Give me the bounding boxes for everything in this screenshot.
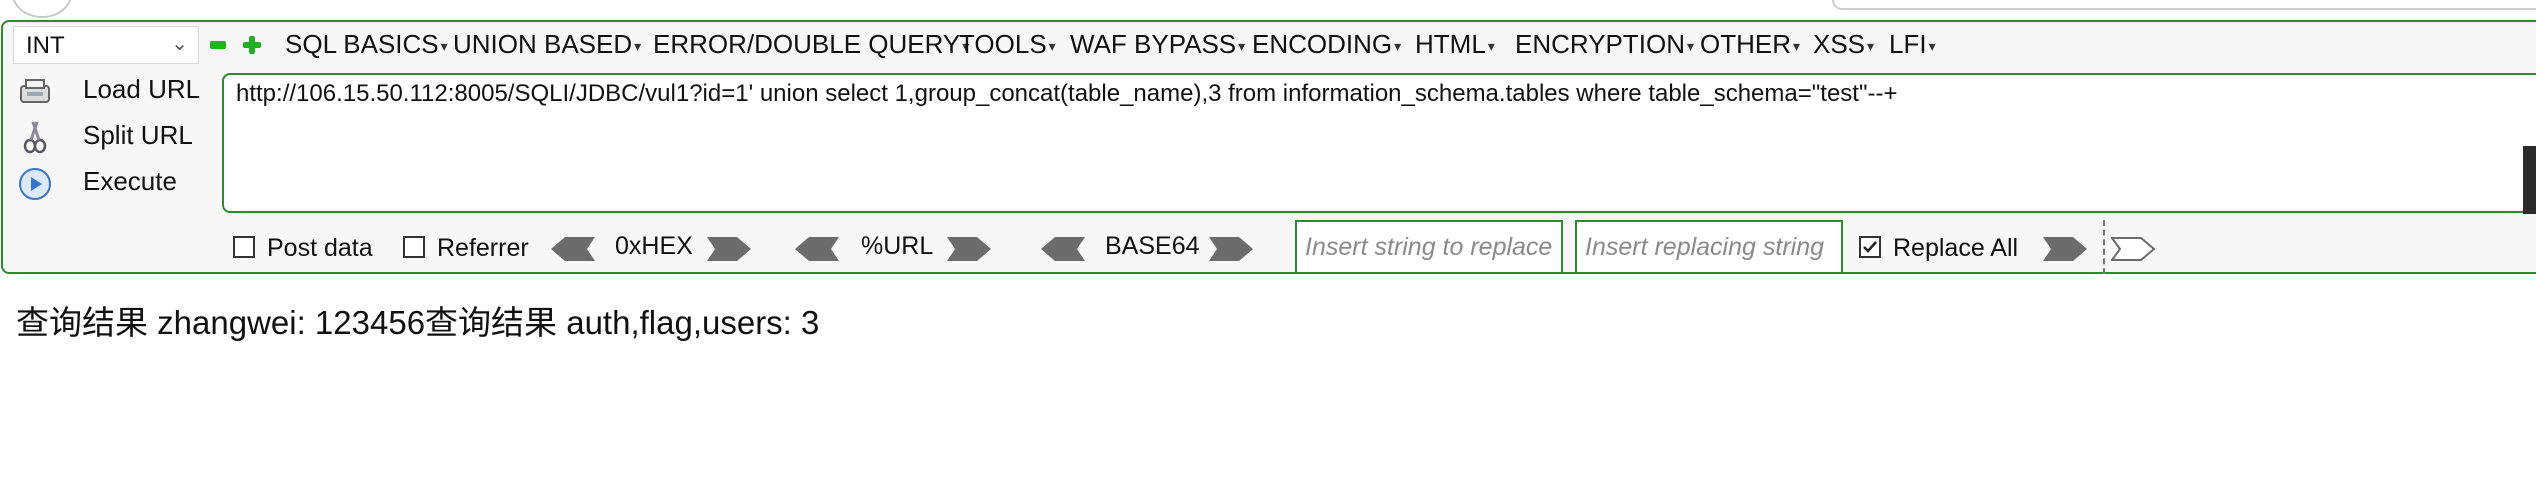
menu-label: XSS	[1813, 29, 1866, 59]
split-url-button[interactable]: Split URL	[17, 118, 217, 158]
load-url-button[interactable]: Load URL	[17, 72, 217, 112]
checkbox-box	[1859, 236, 1881, 258]
caret-down-icon: ▾	[634, 37, 642, 54]
hex-decode-button[interactable]	[551, 237, 595, 261]
page-result-text: 查询结果 zhangwei: 123456查询结果 auth,flag,user…	[16, 304, 820, 341]
arrow-right-icon	[947, 237, 991, 261]
url-text: http://106.15.50.112:8005/SQLI/JDBC/vul1…	[236, 80, 1898, 107]
base64-label: BASE64	[1105, 232, 1200, 260]
url-scrollbar-thumb[interactable]	[2523, 146, 2536, 214]
menu-label: TOOLS	[959, 29, 1047, 59]
url-encoder-label: %URL	[861, 232, 934, 260]
browser-address-bar-edge	[1832, 0, 2536, 10]
menu-error-double-query[interactable]: ERROR/DOUBLE QUERY ▾	[653, 29, 969, 60]
hex-label: 0xHEX	[615, 232, 693, 260]
menu-waf-bypass[interactable]: WAF BYPASS ▾	[1070, 29, 1245, 60]
menu-label: WAF BYPASS	[1070, 29, 1237, 59]
referrer-label: Referrer	[437, 234, 529, 262]
arrow-right-outline-icon	[2110, 237, 2156, 261]
base64-decode-button[interactable]	[1041, 237, 1085, 261]
scissors-icon	[17, 120, 53, 156]
menu-label: ERROR/DOUBLE QUERY	[653, 29, 961, 59]
replace-extra-button[interactable]	[2110, 237, 2156, 261]
post-data-label: Post data	[267, 234, 373, 262]
caret-down-icon: ▾	[1928, 37, 1936, 54]
plus-icon[interactable]	[243, 36, 261, 54]
menu-other[interactable]: OTHER ▾	[1700, 29, 1800, 60]
menu-html[interactable]: HTML ▾	[1415, 29, 1495, 60]
caret-down-icon: ▾	[1793, 37, 1801, 54]
menu-label: OTHER	[1700, 29, 1791, 59]
menu-encryption[interactable]: ENCRYPTION ▾	[1515, 29, 1694, 60]
url-textarea[interactable]: http://106.15.50.112:8005/SQLI/JDBC/vul1…	[222, 73, 2536, 213]
menu-encoding[interactable]: ENCODING ▾	[1252, 29, 1401, 60]
arrow-right-icon	[1209, 237, 1253, 261]
toolbar-separator	[2103, 220, 2105, 274]
caret-down-icon: ▾	[1238, 37, 1246, 54]
arrow-left-icon	[795, 237, 839, 261]
execute-label: Execute	[83, 166, 177, 196]
menu-label: SQL BASICS	[285, 29, 439, 59]
play-icon	[17, 166, 53, 202]
checkmark-icon	[1863, 241, 1877, 253]
browser-back-button-edge	[12, 0, 72, 18]
browser-top-edge	[0, 0, 2536, 20]
menu-label: ENCRYPTION	[1515, 29, 1685, 59]
base64-encode-button[interactable]	[1209, 237, 1253, 261]
hackbar-panel: INT ⌄ SQL BASICS ▾ UNION BASED ▾ ERROR/DOU…	[1, 20, 2536, 274]
menu-lfi[interactable]: LFI ▾	[1889, 29, 1936, 60]
replace-button[interactable]	[2043, 237, 2087, 261]
replace-find-field[interactable]	[1297, 222, 1561, 272]
arrow-left-icon	[1041, 237, 1085, 261]
split-url-label: Split URL	[83, 120, 193, 150]
caret-down-icon: ▾	[1394, 37, 1402, 54]
url-decode-button[interactable]	[795, 237, 839, 261]
minus-icon[interactable]	[210, 41, 226, 49]
replace-find-input[interactable]	[1295, 220, 1563, 274]
menu-label: ENCODING	[1252, 29, 1393, 59]
menu-label: HTML	[1415, 29, 1486, 59]
arrow-right-icon	[707, 237, 751, 261]
hex-encode-button[interactable]	[707, 237, 751, 261]
injection-type-value: INT	[26, 32, 65, 59]
checkbox-box	[233, 236, 255, 258]
load-url-label: Load URL	[83, 74, 201, 104]
url-encode-button[interactable]	[947, 237, 991, 261]
hackbar-menubar: INT ⌄ SQL BASICS ▾ UNION BASED ▾ ERROR/DOU…	[3, 22, 2536, 70]
caret-down-icon: ▾	[1687, 37, 1695, 54]
arrow-left-icon	[551, 237, 595, 261]
injection-type-select[interactable]: INT ⌄	[13, 26, 199, 64]
caret-down-icon: ▾	[1487, 37, 1495, 54]
checkbox-box	[403, 236, 425, 258]
menu-union-based[interactable]: UNION BASED ▾	[453, 29, 641, 60]
caret-down-icon: ▾	[1867, 37, 1875, 54]
menu-label: UNION BASED	[453, 29, 633, 59]
menu-label: LFI	[1889, 29, 1927, 59]
execute-button[interactable]: Execute	[17, 164, 217, 204]
menu-tools[interactable]: TOOLS ▾	[959, 29, 1056, 60]
load-url-icon	[17, 74, 53, 110]
replace-with-input[interactable]	[1575, 220, 1843, 274]
replace-with-field[interactable]	[1577, 222, 1841, 272]
arrow-right-icon	[2043, 237, 2087, 261]
replace-all-label: Replace All	[1893, 234, 2019, 262]
chevron-down-icon: ⌄	[171, 33, 188, 55]
caret-down-icon: ▾	[1048, 37, 1056, 54]
caret-down-icon: ▾	[440, 37, 448, 54]
menu-sql-basics[interactable]: SQL BASICS ▾	[285, 29, 448, 60]
menu-xss[interactable]: XSS ▾	[1813, 29, 1874, 60]
